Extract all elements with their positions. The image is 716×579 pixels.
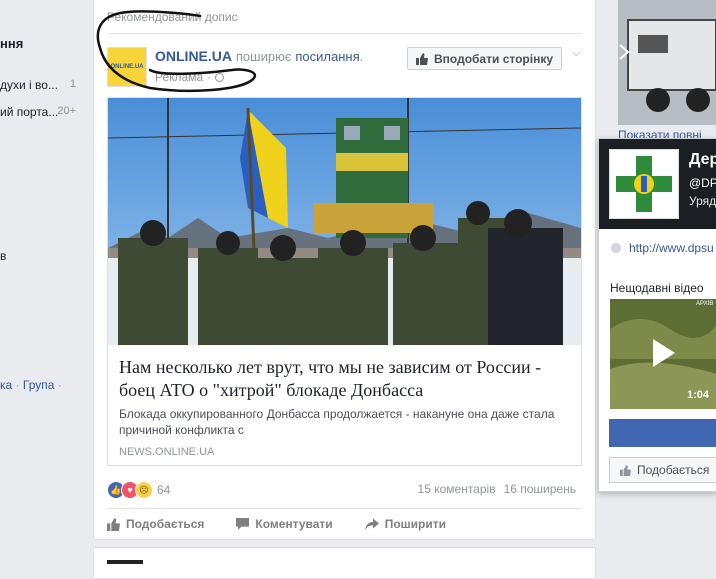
sidebar-links: ка · Група · — [0, 378, 62, 392]
share-button[interactable]: Поширити — [364, 517, 446, 531]
shares-count[interactable]: 16 поширень — [504, 482, 576, 496]
sponsored-label[interactable]: Реклама — [155, 70, 203, 84]
green-cross-emblem-icon — [616, 156, 672, 212]
like-label: Подобається — [126, 517, 205, 531]
post-stats: 15 коментарів 16 поширень — [418, 482, 576, 496]
page-hovercard: Дер @DP Уряд http://www.dpsu Нещодавні в… — [598, 138, 716, 492]
sidebar-item[interactable]: в — [0, 249, 84, 263]
sidebar-item[interactable]: ий порта... 20+ — [0, 105, 84, 119]
sidebar-link[interactable]: ка — [0, 378, 12, 392]
recommended-label: Рекомендований допис — [107, 10, 238, 24]
website-icon — [611, 243, 621, 253]
next-post-card — [93, 547, 596, 579]
preview-domain: NEWS.ONLINE.UA — [119, 446, 215, 458]
like-page-button[interactable]: Вподобати сторінку — [407, 47, 562, 70]
video-duration: 1:04 — [687, 389, 710, 401]
period: . — [359, 49, 364, 64]
sidebar-item-label: духи і во... — [0, 78, 58, 92]
header-divider — [107, 33, 582, 34]
preview-description: Блокада оккупированного Донбасса продолж… — [119, 407, 555, 437]
share-icon — [364, 518, 379, 530]
sidebar-item-count: 1 — [69, 78, 76, 90]
hovercard-primary-button[interactable] — [609, 419, 716, 447]
preview-image — [108, 98, 581, 345]
sidebar-item-count: 20+ — [57, 105, 76, 117]
like-button[interactable]: Подобається — [107, 517, 204, 531]
shares-word: поширює — [235, 49, 292, 64]
play-icon[interactable] — [653, 339, 675, 367]
share-label: Поширити — [384, 517, 446, 531]
sidebar-item-label: в — [0, 249, 7, 263]
hovercard-like-button[interactable]: Подобається — [609, 457, 716, 483]
sidebar-link[interactable]: Група — [23, 378, 55, 392]
like-page-label: Вподобати сторінку — [433, 51, 554, 66]
sidebar-heading: ння — [0, 36, 24, 51]
preview-photo — [108, 98, 581, 345]
link-preview[interactable]: Нам несколько лет врут, что мы не зависи… — [107, 97, 582, 466]
sad-reaction-icon: ☹ — [135, 481, 153, 499]
comments-count[interactable]: 15 коментарів — [418, 482, 496, 496]
link-word[interactable]: посилання — [295, 49, 359, 64]
sponsored-post: Рекомендований допис ONLINE.UA ONLINE.UA… — [93, 0, 596, 540]
post-subline: Реклама · — [155, 70, 225, 84]
thumbs-up-icon — [620, 464, 631, 476]
sidebar-link-separator: · — [15, 378, 20, 392]
comment-button[interactable]: Коментувати — [236, 517, 333, 531]
comment-label: Коментувати — [255, 517, 333, 531]
hovercard-avatar[interactable] — [609, 149, 679, 219]
sidebar-link-separator: · — [57, 378, 62, 392]
sidebar-item-label: ий порта... — [0, 105, 59, 119]
reactions-count: 64 — [157, 483, 171, 497]
hovercard-website[interactable]: http://www.dpsu — [611, 241, 714, 255]
thumbs-up-icon — [107, 517, 120, 531]
video-overlay-text: АРХІВ — [696, 301, 714, 307]
hovercard-category: Уряд — [689, 194, 716, 208]
vehicle-photo — [618, 0, 716, 125]
sidebar-item[interactable]: духи і во... 1 — [0, 78, 84, 92]
post-header: ONLINE.UA поширює посилання. — [155, 48, 363, 64]
recent-videos-label: Нещодавні відео — [610, 281, 704, 295]
hovercard-url: http://www.dpsu — [629, 241, 714, 255]
left-sidebar: ння духи і во... 1 ий порта... 20+ в ка … — [0, 0, 90, 563]
comment-icon — [236, 517, 250, 530]
post-actions: Подобається Коментувати Поширити — [107, 508, 582, 539]
recent-video-thumbnail[interactable]: АРХІВ 1:04 — [610, 299, 716, 409]
next-post-thumbnail — [107, 560, 143, 564]
hovercard-page-name[interactable]: Дер — [689, 151, 716, 169]
hovercard-like-label: Подобається — [637, 463, 710, 477]
dot-separator: · — [207, 70, 212, 84]
page-avatar-logo: ONLINE.UA — [110, 64, 144, 70]
reactions-summary[interactable]: 👍 ♥ ☹ 64 — [107, 481, 170, 499]
hovercard-handle: @DP — [689, 176, 716, 190]
related-video-thumbnail[interactable] — [618, 0, 716, 125]
page-name-link[interactable]: ONLINE.UA — [155, 48, 232, 64]
chevron-down-icon[interactable]: ⌵ — [572, 47, 580, 60]
globe-icon — [215, 72, 225, 82]
page-avatar[interactable]: ONLINE.UA — [107, 47, 147, 87]
preview-title[interactable]: Нам несколько лет врут, что мы не зависи… — [119, 356, 569, 402]
thumbs-up-icon — [415, 52, 428, 65]
